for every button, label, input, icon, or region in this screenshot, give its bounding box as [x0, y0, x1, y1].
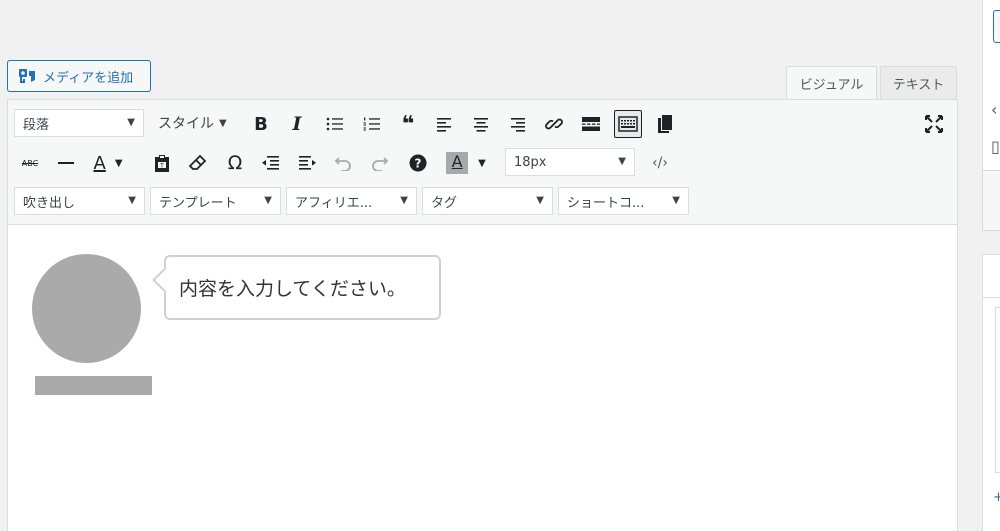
align-right-icon	[511, 118, 525, 132]
format-select[interactable]: 段落 ▼	[14, 109, 144, 137]
tab-text[interactable]: テキスト	[880, 66, 957, 100]
fukidashi-select-value: 吹き出し	[23, 195, 76, 211]
sidebar-panel-header	[982, 254, 1000, 298]
numbered-list-icon	[363, 117, 380, 131]
font-size-select[interactable]: 18px ▼	[505, 148, 635, 176]
undo-button[interactable]	[329, 149, 357, 177]
indent-icon	[299, 156, 316, 170]
affiliate-select[interactable]: アフィリエ... ▼	[286, 187, 417, 215]
editor-content[interactable]: 内容を入力してください。	[8, 226, 957, 531]
bullet-list-button[interactable]	[321, 110, 349, 138]
chevron-down-icon: ▼	[400, 195, 408, 206]
chevron-down-icon: ▼	[127, 117, 135, 128]
read-more-button[interactable]	[577, 110, 605, 138]
fukidashi-select[interactable]: 吹き出し ▼	[14, 187, 145, 215]
chevron-down-icon: ▼	[114, 157, 123, 169]
chevron-down-icon: ▼	[618, 156, 626, 167]
toolbar-row-2: ABC A ▼ T Ω ? A ▼ 18px ▼ ‹/›	[8, 143, 957, 181]
sidebar-panel-footer	[982, 170, 1000, 231]
eraser-icon	[189, 154, 207, 170]
outdent-button[interactable]	[257, 149, 285, 177]
fullscreen-button[interactable]	[920, 110, 948, 138]
editor: 段落 ▼ スタイル ▼ B I ❝ ABC A ▼ T Ω ? A ▼ 18px…	[7, 99, 958, 531]
bullet-list-icon	[326, 117, 343, 131]
strikethrough-button[interactable]: ABC	[16, 149, 44, 177]
speech-bubble-text: 内容を入力してください。	[179, 278, 406, 300]
code-icon: ‹/›	[652, 155, 668, 171]
align-left-icon	[437, 118, 451, 132]
code-button[interactable]: ‹/›	[646, 149, 674, 177]
toolbar-row-3: 吹き出し ▼ テンプレート ▼ アフィリエ... ▼ タグ ▼ ショートコ...…	[8, 182, 957, 220]
link-icon	[545, 118, 563, 130]
tab-visual[interactable]: ビジュアル	[786, 66, 877, 100]
paste-text-button[interactable]: T	[148, 149, 176, 177]
align-center-button[interactable]	[467, 110, 495, 138]
copy-button[interactable]	[651, 110, 679, 138]
horizontal-line-button[interactable]	[52, 149, 80, 177]
editor-toolbar: 段落 ▼ スタイル ▼ B I ❝ ABC A ▼ T Ω ? A ▼ 18px…	[8, 100, 957, 225]
align-right-button[interactable]	[504, 110, 532, 138]
chevron-down-icon: ▼	[478, 157, 486, 169]
help-button[interactable]: ?	[404, 149, 432, 177]
read-more-icon	[582, 117, 600, 131]
font-size-value: 18px	[514, 154, 547, 170]
redo-button[interactable]	[366, 149, 394, 177]
blockquote-icon: ❝	[401, 111, 415, 137]
toolbar-toggle-button[interactable]	[614, 110, 642, 138]
sidebar-button[interactable]	[993, 10, 1000, 43]
tag-select-value: タグ	[431, 195, 458, 211]
numbered-list-button[interactable]	[358, 110, 386, 138]
template-select[interactable]: テンプレート ▼	[150, 187, 281, 215]
blockquote-button[interactable]: ❝	[394, 110, 422, 138]
style-select[interactable]: スタイル ▼	[158, 109, 227, 137]
speech-bubble[interactable]: 内容を入力してください。	[164, 255, 441, 320]
background-color-button[interactable]: A ▼	[441, 149, 491, 177]
sidebar-link[interactable]: +	[993, 490, 1000, 505]
affiliate-select-value: アフィリエ...	[295, 195, 373, 211]
clear-format-button[interactable]	[184, 149, 212, 177]
shortcode-select-value: ショートコ...	[567, 195, 645, 211]
template-select-value: テンプレート	[159, 195, 237, 211]
svg-text:T: T	[159, 163, 164, 170]
text-color-icon: A	[93, 152, 106, 174]
align-left-button[interactable]	[430, 110, 458, 138]
toolbar-toggle-icon	[618, 116, 638, 132]
sidebar-panel-box	[995, 307, 1000, 473]
copy-icon	[658, 115, 672, 133]
help-icon: ?	[409, 154, 427, 172]
media-icon	[19, 69, 35, 83]
bold-button[interactable]: B	[247, 110, 275, 138]
chevron-down-icon: ▼	[128, 195, 136, 206]
special-character-button[interactable]: Ω	[221, 149, 249, 177]
chevron-down-icon: ▼	[536, 195, 544, 206]
toolbar-row-1: 段落 ▼ スタイル ▼ B I ❝	[8, 104, 957, 142]
code-icon: ‹	[991, 100, 998, 119]
tag-select[interactable]: タグ ▼	[422, 187, 553, 215]
avatar-name-placeholder	[35, 376, 152, 395]
format-select-value: 段落	[23, 117, 50, 133]
indent-button[interactable]	[293, 149, 321, 177]
italic-button[interactable]: I	[283, 110, 311, 138]
undo-icon	[334, 157, 351, 171]
chevron-down-icon: ▼	[264, 195, 272, 206]
align-center-icon	[474, 118, 488, 132]
link-button[interactable]	[540, 110, 568, 138]
avatar	[32, 254, 141, 363]
outdent-icon	[262, 156, 279, 170]
calendar-icon: ▯	[991, 137, 1000, 156]
style-select-label: スタイル	[158, 116, 214, 132]
shortcode-select[interactable]: ショートコ... ▼	[558, 187, 689, 215]
text-color-button[interactable]: A ▼	[88, 149, 128, 177]
chevron-down-icon: ▼	[219, 117, 227, 129]
chevron-down-icon: ▼	[672, 195, 680, 206]
help-glyph: ?	[415, 157, 422, 171]
fullscreen-icon	[925, 115, 943, 133]
background-color-icon: A	[446, 152, 469, 174]
horizontal-line-icon	[58, 162, 74, 164]
add-media-label: メディアを追加	[43, 70, 134, 86]
add-media-button[interactable]: メディアを追加	[7, 60, 151, 92]
clipboard-icon: T	[155, 155, 169, 172]
redo-icon	[372, 157, 389, 171]
